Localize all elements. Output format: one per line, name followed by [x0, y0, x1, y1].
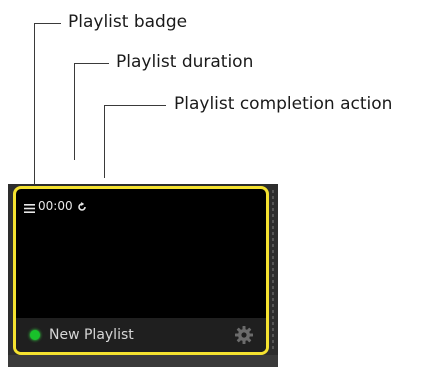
- loop-icon: [77, 201, 87, 211]
- completion-leader-line-horizontal: [104, 105, 166, 106]
- playlist-tile[interactable]: 00:00 New Playlist: [13, 186, 269, 355]
- playlist-name: New Playlist: [49, 327, 134, 343]
- badge-leader-line-vertical: [34, 23, 35, 185]
- playlist-tile-footer: New Playlist: [16, 318, 266, 352]
- completion-leader-line-vertical: [104, 105, 105, 178]
- playlist-tile-header: 00:00: [24, 197, 87, 215]
- list-icon: [24, 202, 35, 213]
- playlist-duration: 00:00: [38, 199, 73, 213]
- panel-background-bottom: [8, 355, 278, 367]
- gear-icon[interactable]: [234, 325, 254, 345]
- badge-leader-line-horizontal: [34, 23, 61, 24]
- callout-playlist-duration: Playlist duration: [116, 52, 254, 72]
- duration-leader-line-vertical: [74, 63, 75, 160]
- duration-leader-line-horizontal: [74, 63, 109, 64]
- callout-playlist-completion-action: Playlist completion action: [174, 94, 393, 114]
- status-indicator-icon: [30, 330, 40, 340]
- panel-divider: [272, 190, 274, 350]
- callout-playlist-badge: Playlist badge: [68, 12, 188, 32]
